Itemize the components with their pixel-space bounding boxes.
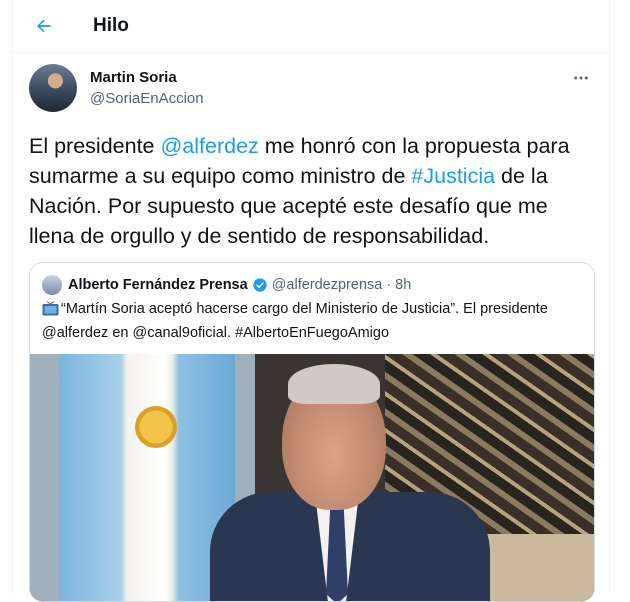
quoted-text-body: “Martín Soria aceptó hacerse cargo del M… [42, 301, 548, 341]
verified-badge-icon [252, 277, 268, 293]
more-horizontal-icon [574, 76, 588, 80]
tv-icon [42, 301, 59, 323]
top-bar: Hilo [13, 0, 609, 53]
quoted-avatar[interactable] [42, 275, 62, 295]
mention-link[interactable]: @alferdez [160, 134, 258, 158]
quoted-author-name[interactable]: Alberto Fernández Prensa [68, 277, 248, 293]
quoted-media-image[interactable] [30, 354, 594, 601]
quoted-tweet-header: Alberto Fernández Prensa @alferdezprensa… [42, 274, 582, 296]
page-title: Hilo [93, 15, 129, 36]
argentina-flag [60, 354, 235, 601]
tweet-text: El presidente @alferdez me honró con la … [29, 131, 599, 251]
arrow-left-icon [36, 19, 51, 33]
flag-sun [135, 406, 177, 448]
author-names: Martin Soria @SoriaEnAccion [90, 68, 204, 109]
tweet-text-part: El presidente [29, 134, 161, 158]
author-handle[interactable]: @SoriaEnAccion [90, 89, 204, 109]
back-button[interactable] [27, 9, 61, 43]
thread-column: Hilo Martin Soria @SoriaEnAccion El pres… [12, 0, 610, 602]
hashtag-link[interactable]: #Justicia [411, 164, 495, 188]
author-name[interactable]: Martin Soria [90, 68, 204, 88]
quoted-text: “Martín Soria aceptó hacerse cargo del M… [42, 299, 582, 344]
tweet-author: Martin Soria @SoriaEnAccion [29, 64, 593, 114]
quoted-author-handle[interactable]: @alferdezprensa [272, 277, 383, 293]
person-hair [288, 364, 380, 404]
avatar[interactable] [29, 64, 77, 112]
more-options-button[interactable] [569, 66, 593, 90]
background-wall-right [485, 534, 594, 601]
quoted-timestamp[interactable]: 8h [395, 277, 411, 293]
separator-dot: · [386, 277, 392, 293]
quoted-tweet[interactable]: Alberto Fernández Prensa @alferdezprensa… [29, 262, 595, 602]
